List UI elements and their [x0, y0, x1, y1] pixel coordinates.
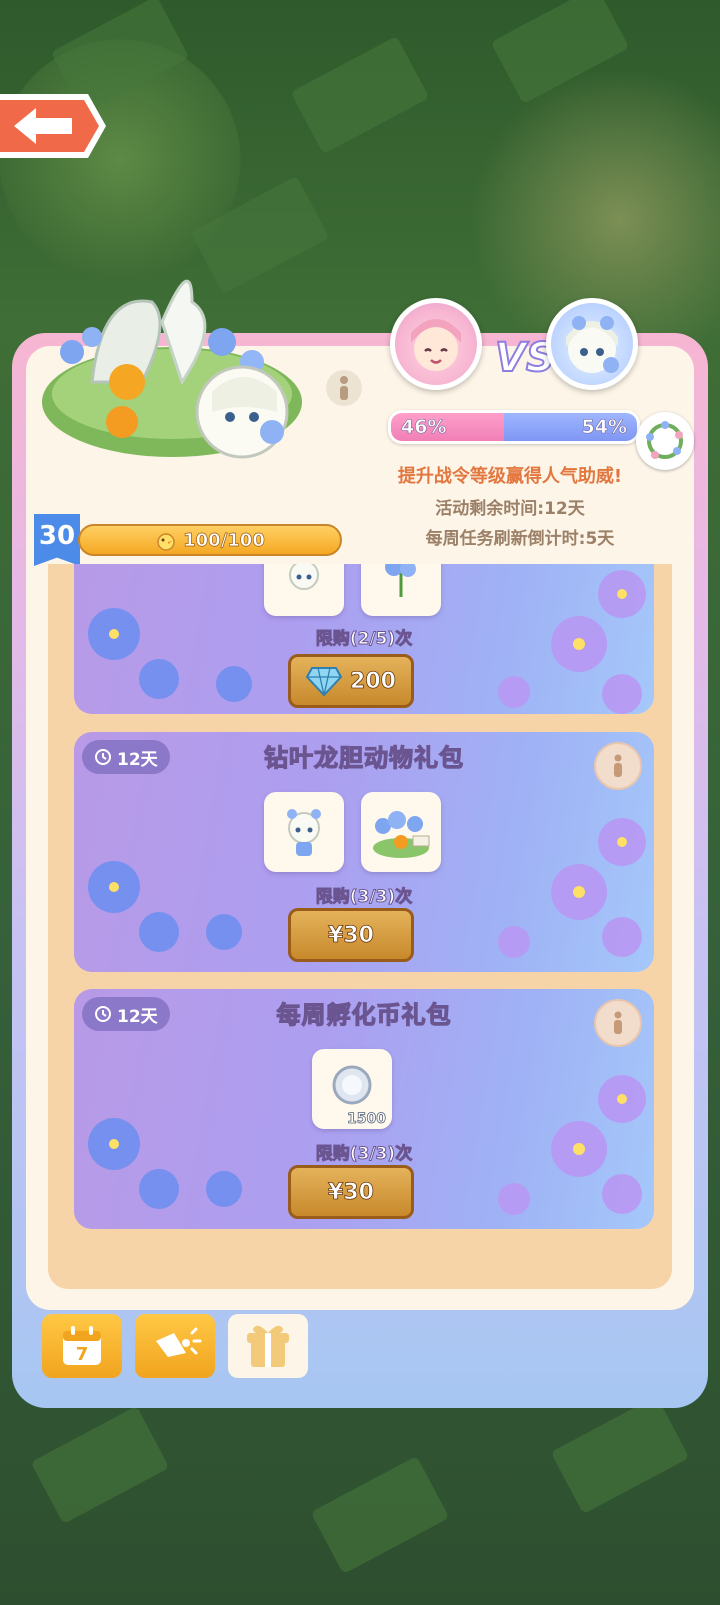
- right-percent: 54%: [581, 416, 627, 439]
- back-button[interactable]: [0, 88, 108, 164]
- calendar-icon: 7: [63, 1326, 101, 1365]
- gift-pack-list[interactable]: 限购(2/5)次 200 12天 钻叶龙胆动物礼包 限购(3/3)次 ¥30 1…: [48, 564, 672, 1289]
- info-button-event[interactable]: [326, 370, 362, 406]
- item-garden-reward[interactable]: [361, 792, 441, 872]
- info-icon: [614, 754, 622, 777]
- silver-coin-icon: [332, 1065, 372, 1105]
- coin-amount: 1500: [347, 1111, 387, 1128]
- right-team-avatar: [546, 298, 638, 390]
- left-percent: 46%: [401, 416, 447, 439]
- vote-progress-bar: 46% 54%: [388, 410, 640, 444]
- tab-daily[interactable]: 7: [42, 1314, 122, 1378]
- buy-button-diamond[interactable]: 200: [288, 654, 414, 708]
- flower-wreath-icon: [646, 421, 683, 459]
- item-avatar-reward[interactable]: [264, 564, 344, 616]
- gift-card-gentian-animal: 12天 钻叶龙胆动物礼包 限购(3/3)次 ¥30: [74, 732, 654, 972]
- chick-icon: [157, 533, 175, 551]
- tab-gift-shop[interactable]: [228, 1314, 308, 1378]
- tab-announcement[interactable]: [135, 1314, 215, 1378]
- gift-card-weekly-hatch-coin: 12天 每周孵化币礼包 1500 限购(3/3)次 ¥30: [74, 989, 654, 1229]
- price-diamond: 200: [350, 668, 397, 694]
- info-button[interactable]: [594, 742, 642, 790]
- purchase-limit: 限购(2/5)次: [315, 629, 413, 650]
- gift-card-diamond: 限购(2/5)次 200: [74, 564, 654, 714]
- purchase-limit: 限购(3/3)次: [315, 1144, 413, 1165]
- buy-button-weekly-hatch-coin[interactable]: ¥30: [288, 1165, 414, 1219]
- price: ¥30: [328, 922, 375, 948]
- diamond-icon: [306, 667, 343, 696]
- weekly-refresh-countdown: 每周任务刷新倒计时:5天: [425, 529, 615, 549]
- megaphone-icon: [156, 1327, 202, 1357]
- item-flower-reward[interactable]: [361, 564, 441, 616]
- buy-button-gentian-animal[interactable]: ¥30: [288, 908, 414, 962]
- calendar-day: 7: [76, 1344, 89, 1365]
- remaining-time: 活动剩余时间:12天: [435, 499, 585, 519]
- info-button[interactable]: [594, 999, 642, 1047]
- promo-text: 提升战令等级赢得人气助威!: [397, 466, 623, 487]
- pass-progress-text: 100/100: [183, 529, 265, 551]
- gift-title: 钻叶龙胆动物礼包: [263, 743, 464, 772]
- item-hatch-coin-reward[interactable]: 1500: [312, 1049, 392, 1129]
- hero-illustration: [22, 262, 352, 502]
- gift-box-icon: [247, 1325, 289, 1367]
- left-team-avatar: [390, 298, 482, 390]
- info-icon: [614, 1011, 622, 1034]
- pass-progress-bar: 100/100: [78, 524, 342, 556]
- gift-title: 每周孵化币礼包: [276, 1000, 452, 1029]
- item-character-reward[interactable]: [264, 792, 344, 872]
- purchase-limit: 限购(3/3)次: [315, 887, 413, 908]
- price: ¥30: [328, 1179, 375, 1205]
